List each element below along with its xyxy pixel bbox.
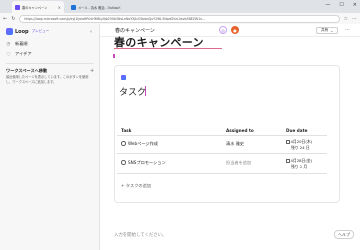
text-cursor [145,86,146,96]
add-workspace-icon[interactable]: + [90,68,94,74]
help-button[interactable]: ヘルプ [334,230,354,239]
back-icon[interactable]: ← [3,16,7,22]
sidebar: Loop プレビュー ‹ ◷ 新着順 ◌ アイデア ワークスペースへ移動 + 最… [0,24,100,250]
tab-strip: 春のキャンペーン × メール - 清水 雅治 - Outlook × — ☐ × [0,0,360,13]
brand-name: Loop [15,28,29,35]
task-assignee[interactable]: 担当者を追加 [226,160,251,166]
plus-icon: + [121,183,125,188]
lightbulb-icon: ◌ [6,51,11,57]
refresh-icon[interactable]: ↻ [11,16,15,22]
minimize-icon[interactable]: — [325,2,330,8]
due-date-value: 4月28日(金) [290,158,313,163]
outlook-tab-icon [71,4,76,10]
collaborator-cursor [113,54,115,58]
share-button[interactable]: 共有 ⌄ [316,27,339,34]
task-checkbox[interactable] [121,141,126,146]
preview-badge: プレビュー [31,29,50,33]
sidebar-item-recent[interactable]: ◷ 新着順 [6,41,28,47]
sidebar-item-ideas[interactable]: ◌ アイデア [6,51,32,57]
task-name[interactable]: SNSプロモーション [128,160,166,166]
chevron-down-icon: ⌄ [330,28,334,33]
sidebar-item-label: 新着順 [15,41,28,46]
task-due-date[interactable]: 4月28日(金) 残り 1 月 [286,158,312,170]
browser-tab[interactable]: メール - 清水 雅治 - Outlook × [68,1,124,13]
workspaces-title: ワークスペースへ移動 [6,68,48,73]
task-due-date[interactable]: 4月20日(木) 残り 24 日 [286,139,312,151]
table-divider [117,135,327,136]
column-header-assigned[interactable]: Assigned to [226,128,254,133]
column-header-due[interactable]: Due date [286,128,307,133]
close-icon[interactable]: × [118,5,121,10]
presence-avatars: ◎ ● [219,26,239,34]
workspaces-description: 最近使用したページを表示しています。このボタンを使用し、ワークスペースに追加しま… [6,75,89,84]
due-date-relative: 残り 24 日 [291,145,310,150]
clock-icon: ◷ [6,41,11,47]
sidebar-divider [6,63,94,64]
calendar-icon [286,159,290,163]
task-assignee[interactable]: 清水 雅史 [226,141,244,147]
component-title[interactable]: タスク [119,85,146,98]
table-divider [117,173,327,174]
loop-logo-icon [6,28,13,35]
header-page-title: 春のキャンペーン [115,28,155,34]
share-label: 共有 [321,28,329,32]
close-icon[interactable]: × [58,5,61,10]
maximize-icon[interactable]: ☐ [339,2,343,8]
settings-icon[interactable]: ⋯ [352,16,357,22]
column-header-task[interactable]: Task [121,128,131,133]
browser-tab-label: メール - 清水 雅治 - Outlook [78,5,118,10]
due-date-value: 4月20日(木) [290,139,313,144]
browser-toolbar: ☆ ⋯ [344,16,357,22]
add-task-button[interactable]: + タスクの追加 [121,183,151,189]
browser-window: 春のキャンペーン × メール - 清水 雅治 - Outlook × — ☐ ×… [0,0,360,250]
favorites-icon[interactable]: ☆ [344,16,348,22]
spellcheck-underline [114,48,222,49]
task-checkbox[interactable] [121,160,126,165]
table-divider [117,153,327,154]
address-bar[interactable]: https://loop.microsoft.com/p/eyJ1IjoiaHR… [19,14,340,23]
brand: Loop プレビュー [6,28,49,35]
editor-placeholder[interactable]: 入力を開始してください。 [114,232,166,238]
calendar-icon [286,140,290,144]
close-window-icon[interactable]: × [353,2,357,8]
avatar[interactable]: ● [231,26,239,34]
add-task-label: タスクの追加 [125,183,151,188]
more-options-icon[interactable]: ⋯ [345,27,350,33]
due-date-relative: 残り 1 月 [291,164,308,169]
window-controls: — ☐ × [325,2,357,8]
browser-tab-label: 春のキャンペーン [22,5,48,10]
browser-tab-active[interactable]: 春のキャンペーン × [12,1,64,13]
collapse-sidebar-icon[interactable]: ‹ [90,29,92,35]
address-bar-row: ← ↻ https://loop.microsoft.com/p/eyJ1Ijo… [0,13,360,24]
copilot-icon[interactable]: ◎ [219,26,227,34]
task-name[interactable]: Webページ作成 [128,141,158,147]
loop-component-icon [121,75,126,80]
loop-tab-icon [15,4,20,10]
sidebar-item-label: アイデア [15,51,32,56]
